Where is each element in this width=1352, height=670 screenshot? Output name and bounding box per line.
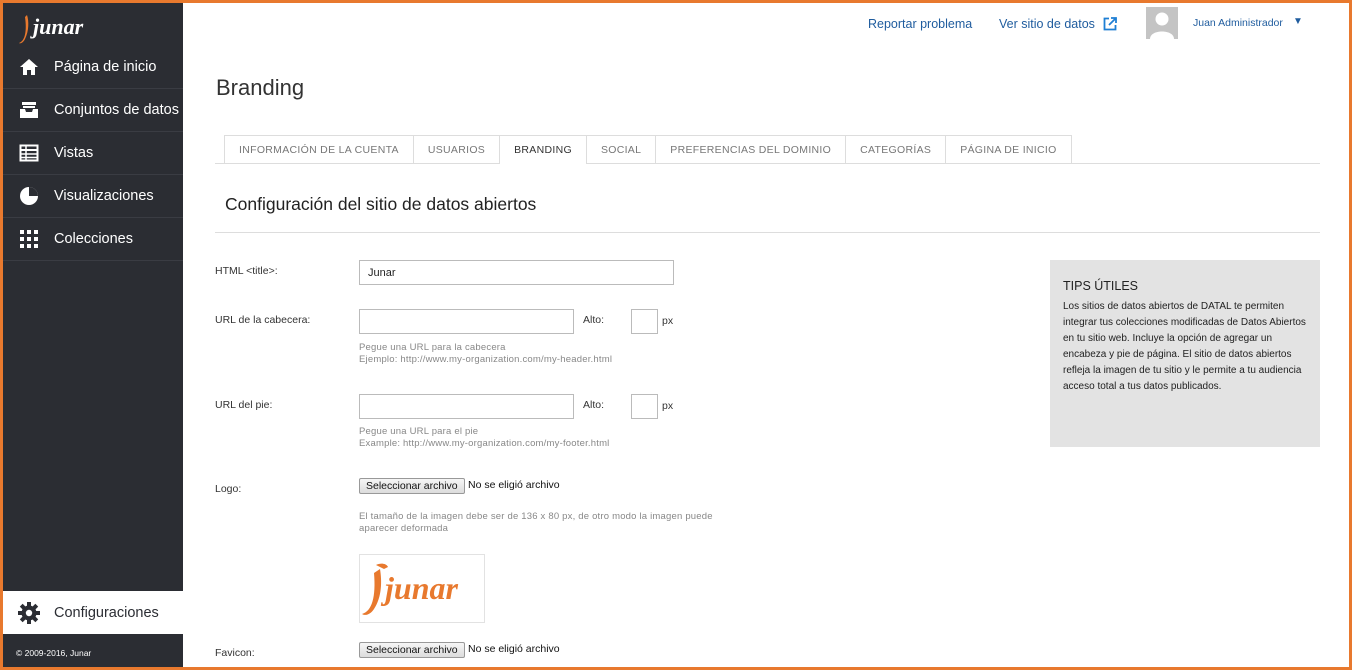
sidebar-item-datasets[interactable]: Conjuntos de datos bbox=[3, 89, 183, 132]
header-url-input[interactable] bbox=[359, 309, 574, 334]
logo-file-status: No se eligió archivo bbox=[468, 479, 560, 491]
sidebar-item-label: Visualizaciones bbox=[54, 188, 154, 204]
logo-file-button[interactable]: Seleccionar archivo bbox=[359, 478, 465, 494]
tab-users[interactable]: USUARIOS bbox=[412, 135, 501, 163]
junar-logo[interactable]: junar bbox=[19, 7, 139, 47]
sidebar-item-label: Página de inicio bbox=[54, 59, 157, 75]
logo-preview-text: junar bbox=[380, 570, 458, 606]
tab-social[interactable]: SOCIAL bbox=[585, 135, 657, 163]
sidebar-item-collections[interactable]: Colecciones bbox=[3, 218, 183, 261]
user-menu[interactable]: Juan Administrador bbox=[1193, 17, 1283, 29]
footer-height-input[interactable] bbox=[631, 394, 658, 419]
html-title-input[interactable]: Junar bbox=[359, 260, 674, 285]
favicon-label: Favicon: bbox=[215, 647, 255, 659]
copyright: © 2009-2016, Junar bbox=[16, 648, 92, 658]
table-icon bbox=[18, 142, 40, 164]
sidebar-item-settings[interactable]: Configuraciones bbox=[3, 591, 183, 634]
favicon-file-button[interactable]: Seleccionar archivo bbox=[359, 642, 465, 658]
header-url-example: Ejemplo: http://www.my-organization.com/… bbox=[359, 354, 613, 365]
tips-title: TIPS ÚTILES bbox=[1063, 279, 1139, 293]
avatar[interactable] bbox=[1146, 7, 1178, 39]
chevron-down-icon[interactable]: ▼ bbox=[1293, 16, 1303, 27]
settings-label: Configuraciones bbox=[54, 604, 159, 621]
sidebar-item-label: Vistas bbox=[54, 145, 94, 161]
footer-height-label: Alto: bbox=[583, 399, 605, 411]
logo-size-help: El tamaño de la imagen debe ser de 136 x… bbox=[359, 511, 713, 522]
logo-text: junar bbox=[30, 14, 84, 39]
favicon-file-status: No se eligió archivo bbox=[468, 643, 560, 655]
tabs-divider bbox=[215, 163, 1320, 164]
sidebar-item-visualizations[interactable]: Visualizaciones bbox=[3, 175, 183, 218]
header-url-help: Pegue una URL para la cabecera bbox=[359, 342, 506, 353]
tips-body: Los sitios de datos abiertos de DATAL te… bbox=[1063, 301, 1306, 392]
section-title: Configuración del sitio de datos abierto… bbox=[225, 194, 537, 214]
inbox-icon bbox=[18, 99, 40, 121]
sidebar-item-label: Colecciones bbox=[54, 231, 133, 247]
grid-icon bbox=[18, 228, 40, 250]
section-divider bbox=[215, 232, 1320, 233]
logo-label: Logo: bbox=[215, 483, 242, 495]
sidebar-nav: Página de inicio Conjuntos de datos Vist… bbox=[3, 46, 183, 261]
sidebar-item-views[interactable]: Vistas bbox=[3, 132, 183, 175]
footer-url-example: Example: http://www.my-organization.com/… bbox=[359, 438, 610, 449]
gear-icon bbox=[18, 601, 40, 624]
sidebar-item-label: Conjuntos de datos bbox=[54, 102, 179, 118]
tab-branding[interactable]: BRANDING bbox=[499, 135, 587, 164]
settings-tabs: INFORMACIÓN DE LA CUENTA USUARIOS BRANDI… bbox=[224, 135, 1072, 164]
tab-domain-preferences[interactable]: PREFERENCIAS DEL DOMINIO bbox=[655, 135, 847, 163]
tab-categories[interactable]: CATEGORÍAS bbox=[845, 135, 947, 163]
view-data-site-link[interactable]: Ver sitio de datos bbox=[999, 17, 1117, 31]
sidebar-item-home[interactable]: Página de inicio bbox=[3, 46, 183, 89]
external-link-icon bbox=[1103, 17, 1117, 31]
footer-url-help: Pegue una URL para el pie bbox=[359, 426, 479, 437]
page-title: Branding bbox=[216, 75, 305, 100]
report-problem-link[interactable]: Reportar problema bbox=[868, 17, 972, 31]
header-url-label: URL de la cabecera: bbox=[215, 314, 311, 326]
footer-url-label: URL del pie: bbox=[215, 399, 273, 411]
tab-home-page[interactable]: PÁGINA DE INICIO bbox=[945, 135, 1072, 163]
header-height-input[interactable] bbox=[631, 309, 658, 334]
header-height-unit: px bbox=[662, 315, 674, 327]
tips-panel: TIPS ÚTILES Los sitios de datos abiertos… bbox=[1050, 260, 1320, 447]
home-icon bbox=[18, 56, 40, 78]
tab-account-info[interactable]: INFORMACIÓN DE LA CUENTA bbox=[224, 135, 414, 163]
logo-size-help-2: aparecer deformada bbox=[359, 523, 449, 534]
view-data-site-label: Ver sitio de datos bbox=[999, 17, 1095, 31]
footer-height-unit: px bbox=[662, 400, 674, 412]
header-height-label: Alto: bbox=[583, 314, 605, 326]
user-silhouette-icon bbox=[1146, 7, 1178, 39]
logo-preview-image: junar bbox=[359, 554, 485, 623]
footer-url-input[interactable] bbox=[359, 394, 574, 419]
top-bar: Reportar problema Ver sitio de datos Jua… bbox=[183, 0, 1349, 50]
sidebar: junar Página de inicio Conjuntos de dato… bbox=[3, 3, 183, 667]
pie-chart-icon bbox=[18, 185, 40, 207]
html-title-label: HTML <title>: bbox=[215, 265, 278, 277]
